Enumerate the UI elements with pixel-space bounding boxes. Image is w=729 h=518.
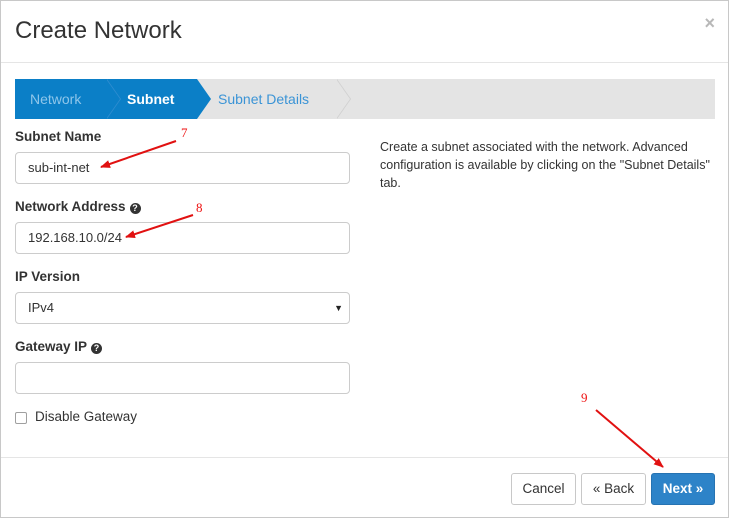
back-button[interactable]: « Back	[581, 473, 646, 505]
next-button[interactable]: Next »	[651, 473, 715, 505]
disable-gateway-checkbox[interactable]	[15, 412, 27, 424]
tab-separator	[336, 79, 350, 119]
ip-version-select[interactable]: IPv4 ▼	[15, 292, 350, 324]
network-address-label: Network Address?	[15, 199, 141, 214]
annotation-number-9: 9	[581, 390, 588, 405]
tab-network[interactable]: Network	[15, 79, 107, 119]
tab-subnet-label: Subnet	[127, 91, 175, 107]
close-icon[interactable]: ×	[704, 13, 715, 34]
dropdown-caret-icon: ▼	[334, 303, 343, 313]
dialog-footer	[1, 457, 728, 458]
annotation-number-7: 7	[181, 125, 188, 140]
ip-version-label: IP Version	[15, 269, 81, 284]
subnet-description: Create a subnet associated with the netw…	[380, 140, 710, 190]
disable-gateway-label[interactable]: Disable Gateway	[35, 409, 137, 424]
gateway-ip-input[interactable]	[15, 362, 350, 394]
dialog-header: Create Network ×	[1, 1, 728, 63]
gateway-ip-label: Gateway IP?	[15, 339, 103, 354]
tab-subnet-details[interactable]: Subnet Details	[197, 79, 337, 119]
annotation-number-8: 8	[196, 200, 203, 215]
dialog-title: Create Network	[15, 17, 182, 44]
subnet-name-input[interactable]: sub-int-net	[15, 152, 350, 184]
gateway-ip-label-text: Gateway IP	[15, 339, 88, 354]
cancel-button[interactable]: Cancel	[511, 473, 576, 505]
ip-version-selected: IPv4	[28, 300, 55, 315]
subnet-name-label: Subnet Name	[15, 129, 102, 144]
create-network-dialog: Create Network × Subnet Details Subnet N…	[0, 0, 729, 518]
question-circle-icon[interactable]: ?	[129, 203, 141, 214]
wizard-steps: Subnet Details Subnet Network	[15, 79, 715, 119]
network-address-label-text: Network Address	[15, 199, 126, 214]
network-address-input[interactable]: 192.168.10.0/24	[15, 222, 350, 254]
question-circle-icon[interactable]: ?	[91, 343, 103, 354]
tab-separator	[106, 79, 120, 119]
tab-subnet-details-label: Subnet Details	[218, 91, 310, 107]
tab-network-label: Network	[30, 91, 82, 107]
tab-separator	[197, 79, 211, 119]
